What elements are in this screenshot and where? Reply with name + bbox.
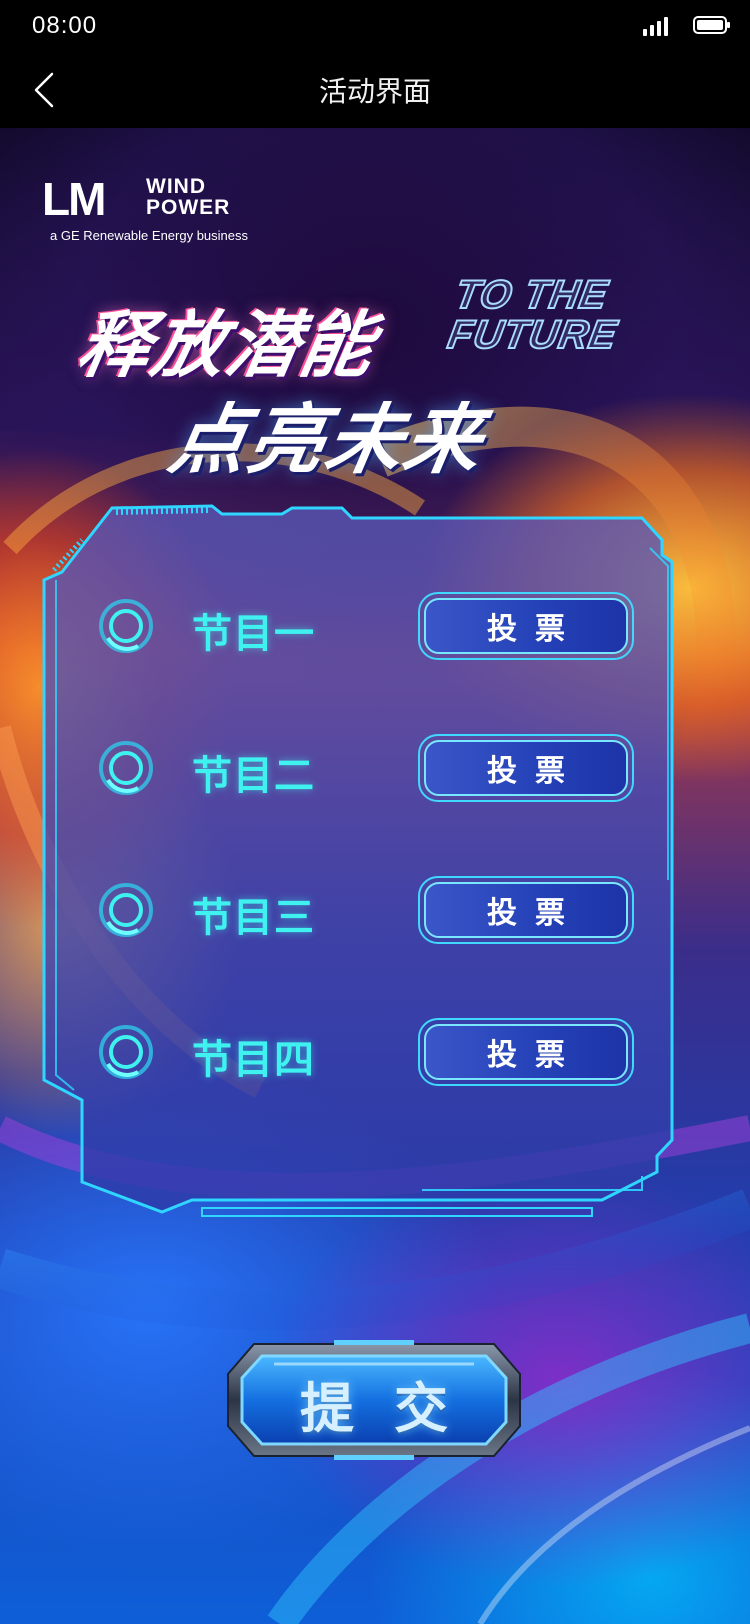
- headline-english: TO THE FUTURE: [444, 272, 627, 358]
- headline-en-line1: TO THE: [451, 272, 613, 318]
- logo-tagline: a GE Renewable Energy business: [50, 228, 249, 243]
- program-row: 节目四 投票: [42, 1011, 707, 1091]
- radio-ring-icon[interactable]: [98, 1024, 154, 1080]
- radio-ring-icon[interactable]: [98, 882, 154, 938]
- program-label: 节目四: [192, 1037, 315, 1083]
- headline-en-line2: FUTURE: [444, 312, 622, 358]
- program-row: 节目三 投票: [42, 869, 707, 949]
- vote-panel: 节目一 投票 节目二 投票 节目三 投票 节目四 投票: [42, 500, 707, 1225]
- vote-button-label: 投票: [424, 598, 628, 654]
- vote-button[interactable]: 投票: [418, 1018, 634, 1086]
- logo-wind: WIND: [146, 175, 206, 198]
- vote-button-label: 投票: [424, 740, 628, 796]
- vote-button[interactable]: 投票: [418, 592, 634, 660]
- vote-button-label: 投票: [424, 1024, 628, 1080]
- signal-icon: [643, 17, 668, 36]
- status-time: 08:00: [32, 12, 98, 39]
- headline-line2: 点亮未来: [163, 395, 491, 484]
- radio-ring-icon[interactable]: [98, 598, 154, 654]
- vote-button[interactable]: 投票: [418, 876, 634, 944]
- program-row: 节目一 投票: [42, 585, 707, 665]
- program-row: 节目二 投票: [42, 727, 707, 807]
- status-bar: 08:00: [0, 0, 750, 52]
- program-label: 节目三: [192, 895, 315, 941]
- battery-icon: [693, 16, 730, 34]
- event-background: LM WIND POWER a GE Renewable Energy busi…: [0, 128, 750, 1624]
- logo-lm: LM: [42, 173, 106, 225]
- submit-label: 提交: [300, 1377, 488, 1440]
- program-label: 节目二: [192, 753, 315, 799]
- vote-button[interactable]: 投票: [418, 734, 634, 802]
- radio-ring-icon[interactable]: [98, 740, 154, 796]
- headline-line1: 释放潜能: [71, 303, 383, 387]
- nav-bar: 活动界面: [0, 52, 750, 128]
- vote-button-label: 投票: [424, 882, 628, 938]
- page-title: 活动界面: [318, 75, 431, 108]
- program-label: 节目一: [192, 611, 315, 657]
- brand-logo: LM WIND POWER a GE Renewable Energy busi…: [42, 176, 272, 256]
- submit-button[interactable]: 提交: [224, 1340, 524, 1460]
- logo-power: POWER: [146, 196, 231, 219]
